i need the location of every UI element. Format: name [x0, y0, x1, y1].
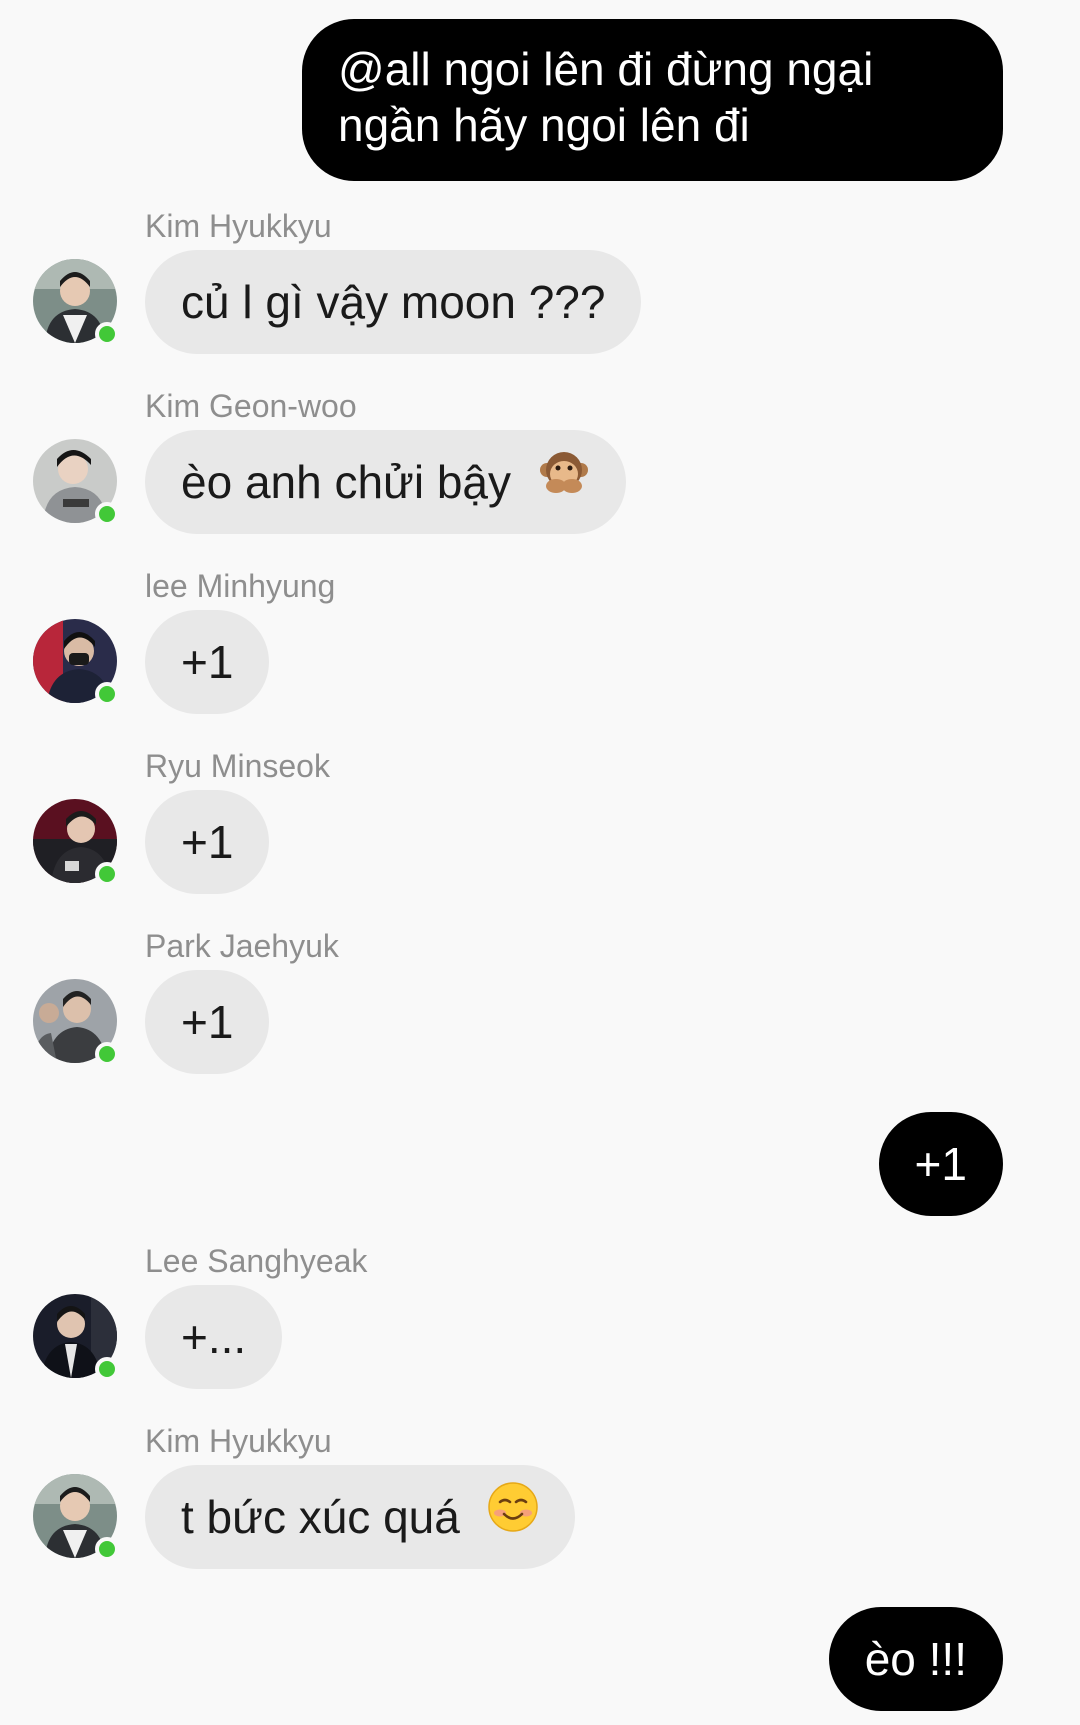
avatar[interactable]	[33, 619, 119, 706]
message-text: èo anh chửi bậy	[181, 456, 512, 508]
sent-message-text: ngần hãy ngoi lên đi	[338, 99, 750, 151]
online-status-dot	[95, 862, 119, 886]
online-status-dot	[95, 682, 119, 706]
sent-message-text: èo !!!	[864, 1633, 967, 1685]
message-group: Kim Hyukkyu củ l gì vậy moon ???	[0, 208, 1080, 358]
message-group: Lee Sanghyeak +...	[0, 1243, 1080, 1393]
speak-no-evil-monkey-icon	[538, 430, 590, 534]
avatar[interactable]	[33, 439, 119, 526]
received-message-bubble[interactable]: èo anh chửi bậy	[145, 430, 626, 534]
chat-thread: @all ngoi lên đi đừng ngại ngần hãy ngoi…	[0, 0, 1080, 1725]
sender-name: Kim Geon-woo	[145, 388, 357, 424]
message-text: t bức xúc quá	[181, 1491, 460, 1543]
avatar[interactable]	[33, 1474, 119, 1561]
avatar[interactable]	[33, 1294, 119, 1381]
message-text: +1	[181, 816, 234, 868]
message-text: +...	[181, 1311, 247, 1363]
avatar[interactable]	[33, 799, 119, 886]
avatar[interactable]	[33, 979, 119, 1066]
avatar[interactable]	[33, 259, 119, 346]
sent-message-text: +1	[914, 1138, 967, 1190]
sent-message-bubble[interactable]: èo !!!	[828, 1607, 1003, 1711]
message-group: lee Minhyung +1	[0, 568, 1080, 718]
received-message-bubble[interactable]: +1	[145, 790, 270, 894]
sender-name: Ryu Minseok	[145, 748, 330, 784]
received-message-bubble[interactable]: +1	[145, 610, 270, 714]
message-group: Ryu Minseok +1	[0, 748, 1080, 898]
received-message-bubble[interactable]: +...	[145, 1285, 283, 1389]
sender-name: Lee Sanghyeak	[145, 1243, 368, 1279]
sender-name: lee Minhyung	[145, 568, 336, 604]
message-group: Kim Hyukkyu t bức xúc quá	[0, 1423, 1080, 1573]
received-message-bubble[interactable]: t bức xúc quá	[145, 1465, 575, 1569]
smiling-face-icon	[487, 1465, 539, 1569]
message-text: củ l gì vậy moon ???	[181, 276, 606, 328]
message-group: Kim Geon-woo èo anh chửi bậy	[0, 388, 1080, 538]
message-text: +1	[181, 636, 234, 688]
online-status-dot	[95, 1357, 119, 1381]
message-text: +1	[181, 996, 234, 1048]
sender-name: Kim Hyukkyu	[145, 208, 332, 244]
sent-message-bubble[interactable]: @all ngoi lên đi đừng ngại ngần hãy ngoi…	[302, 19, 1003, 181]
received-message-bubble[interactable]: củ l gì vậy moon ???	[145, 250, 642, 354]
online-status-dot	[95, 1537, 119, 1561]
sender-name: Kim Hyukkyu	[145, 1423, 332, 1459]
online-status-dot	[95, 322, 119, 346]
message-group: Park Jaehyuk +1	[0, 928, 1080, 1078]
sender-name: Park Jaehyuk	[145, 928, 339, 964]
sent-message-text: @all ngoi lên đi đừng ngại	[338, 43, 874, 95]
online-status-dot	[95, 1042, 119, 1066]
sent-message-bubble[interactable]: +1	[878, 1112, 1003, 1216]
online-status-dot	[95, 502, 119, 526]
received-message-bubble[interactable]: +1	[145, 970, 270, 1074]
